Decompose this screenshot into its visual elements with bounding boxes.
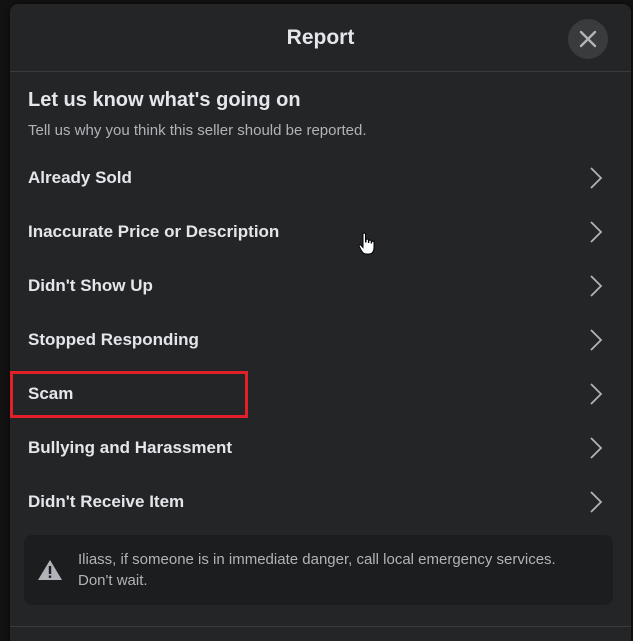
dialog-title: Report bbox=[286, 26, 355, 49]
option-stopped-responding[interactable]: Stopped Responding bbox=[10, 313, 631, 367]
chevron-right-icon bbox=[590, 383, 603, 405]
chevron-right-icon bbox=[590, 491, 603, 513]
option-didnt-receive-item[interactable]: Didn't Receive Item bbox=[10, 475, 631, 529]
close-button[interactable] bbox=[568, 19, 608, 59]
bottom-divider bbox=[10, 626, 631, 627]
chevron-right-icon bbox=[590, 167, 603, 189]
option-scam[interactable]: Scam bbox=[10, 367, 631, 421]
chevron-right-icon bbox=[590, 437, 603, 459]
close-icon bbox=[579, 30, 597, 48]
safety-notice-text: Iliass, if someone is in immediate dange… bbox=[78, 551, 556, 589]
chevron-right-icon bbox=[590, 221, 603, 243]
option-inaccurate-price[interactable]: Inaccurate Price or Description bbox=[10, 205, 631, 259]
option-label: Didn't Show Up bbox=[28, 276, 153, 295]
report-options-list: Already Sold Inaccurate Price or Descrip… bbox=[10, 151, 631, 529]
option-didnt-show-up[interactable]: Didn't Show Up bbox=[10, 259, 631, 313]
warning-icon bbox=[38, 560, 62, 580]
option-label: Didn't Receive Item bbox=[28, 492, 185, 511]
safety-notice: Iliass, if someone is in immediate dange… bbox=[24, 535, 613, 605]
option-label: Stopped Responding bbox=[28, 330, 199, 349]
intro-subtext: Tell us why you think this seller should… bbox=[28, 122, 367, 139]
dialog-header: Report bbox=[10, 4, 631, 72]
option-label: Bullying and Harassment bbox=[28, 438, 233, 457]
chevron-right-icon bbox=[590, 275, 603, 297]
option-bullying-harassment[interactable]: Bullying and Harassment bbox=[10, 421, 631, 475]
intro-heading: Let us know what's going on bbox=[28, 89, 301, 111]
option-label: Scam bbox=[28, 384, 74, 403]
option-label: Inaccurate Price or Description bbox=[28, 222, 280, 241]
option-label: Already Sold bbox=[28, 168, 132, 187]
report-dialog: Report Let us know what's going on Tell … bbox=[10, 4, 631, 641]
chevron-right-icon bbox=[590, 329, 603, 351]
option-already-sold[interactable]: Already Sold bbox=[10, 151, 631, 205]
